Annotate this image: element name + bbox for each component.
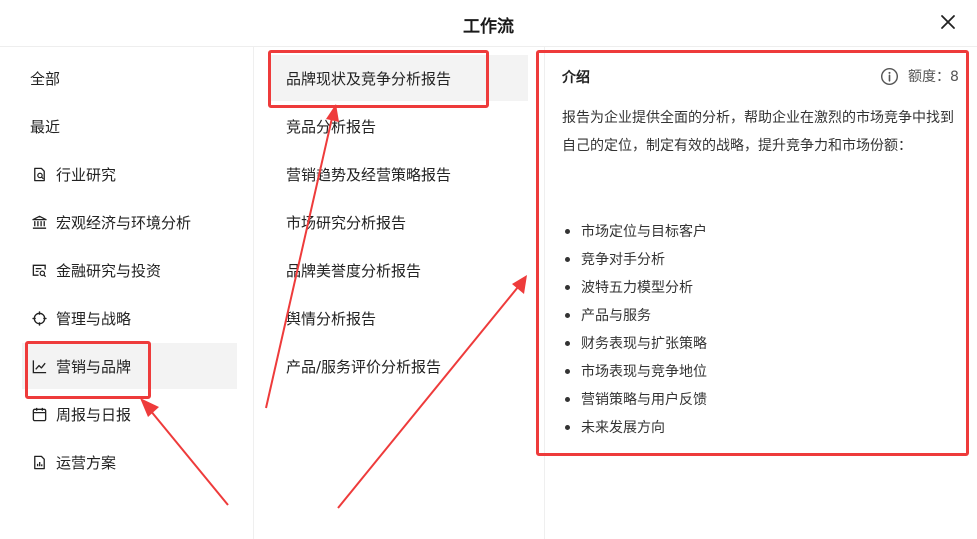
- bullet-dot: [565, 424, 570, 430]
- column-divider: [544, 47, 545, 539]
- info-icon[interactable]: [880, 67, 899, 86]
- list-item: 未来发展方向: [562, 413, 707, 441]
- dialog-title: 工作流: [463, 17, 514, 37]
- category-label: 运营方案: [56, 453, 117, 472]
- bullet-dot: [565, 284, 570, 290]
- quota-text: 额度：8: [908, 69, 959, 85]
- list-item: 产品与服务: [562, 301, 707, 329]
- category-label: 最近: [30, 117, 61, 136]
- report-label: 舆情分析报告: [286, 309, 377, 328]
- report-label: 产品/服务评价分析报告: [286, 357, 442, 376]
- report-label: 品牌美誉度分析报告: [286, 261, 422, 280]
- report-item[interactable]: 市场研究分析报告: [270, 199, 528, 245]
- report-label: 品牌现状及竞争分析报告: [286, 69, 452, 88]
- doc-search-icon: [30, 165, 48, 183]
- report-item[interactable]: 品牌现状及竞争分析报告: [270, 55, 528, 101]
- bullet-dot: [565, 228, 570, 234]
- category-label: 周报与日报: [56, 405, 132, 424]
- report-label: 市场研究分析报告: [286, 213, 407, 232]
- category-label: 营销与品牌: [56, 357, 132, 376]
- category-macro-economy[interactable]: 宏观经济与环境分析: [22, 199, 237, 245]
- list-item: 波特五力模型分析: [562, 273, 707, 301]
- bullet-dot: [565, 368, 570, 374]
- category-marketing-brand[interactable]: 营销与品牌: [22, 343, 237, 389]
- category-label: 全部: [30, 69, 61, 88]
- bullet-dot: [565, 396, 570, 402]
- category-industry-research[interactable]: 行业研究: [22, 151, 237, 197]
- intro-title: 介绍: [562, 70, 590, 86]
- report-label: 营销趋势及经营策略报告: [286, 165, 452, 184]
- intro-description: 报告为企业提供全面的分析，帮助企业在激烈的市场竞争中找到自己的定位，制定有效的战…: [562, 110, 954, 154]
- report-item[interactable]: 产品/服务评价分析报告: [270, 343, 528, 389]
- trend-chart-icon: [30, 357, 48, 375]
- report-item[interactable]: 品牌美誉度分析报告: [270, 247, 528, 293]
- category-weekly-daily[interactable]: 周报与日报: [22, 391, 237, 437]
- list-item-text: 波特五力模型分析: [581, 280, 693, 296]
- finance-icon: [30, 261, 48, 279]
- report-item[interactable]: 营销趋势及经营策略报告: [270, 151, 528, 197]
- category-recent[interactable]: 最近: [22, 103, 237, 149]
- category-label: 金融研究与投资: [56, 261, 162, 280]
- list-item-text: 竞争对手分析: [581, 252, 665, 268]
- category-management-strategy[interactable]: 管理与战略: [22, 295, 237, 341]
- list-item: 营销策略与用户反馈: [562, 385, 707, 413]
- list-item: 市场表现与竞争地位: [562, 357, 707, 385]
- report-chart-icon: [30, 453, 48, 471]
- bullet-dot: [565, 256, 570, 262]
- list-item-text: 市场表现与竞争地位: [581, 364, 707, 380]
- close-icon[interactable]: [936, 10, 960, 34]
- category-operation-plan[interactable]: 运营方案: [22, 439, 237, 485]
- quota-indicator: 额度：8: [880, 66, 959, 86]
- list-item-text: 营销策略与用户反馈: [581, 392, 707, 408]
- category-all[interactable]: 全部: [22, 55, 237, 101]
- category-label: 管理与战略: [56, 309, 132, 328]
- bank-icon: [30, 213, 48, 231]
- list-item-text: 市场定位与目标客户: [581, 224, 707, 240]
- list-item: 市场定位与目标客户: [562, 217, 707, 245]
- column-divider: [253, 47, 254, 539]
- report-label: 竞品分析报告: [286, 117, 377, 136]
- category-label: 宏观经济与环境分析: [56, 213, 192, 232]
- list-item-text: 产品与服务: [581, 308, 651, 324]
- report-item[interactable]: 竞品分析报告: [270, 103, 528, 149]
- list-item-text: 财务表现与扩张策略: [581, 336, 707, 352]
- dialog-header: 工作流: [0, 0, 977, 47]
- category-label: 行业研究: [56, 165, 117, 184]
- bullet-dot: [565, 312, 570, 318]
- category-finance-investment[interactable]: 金融研究与投资: [22, 247, 237, 293]
- bullet-dot: [565, 340, 570, 346]
- list-item: 财务表现与扩张策略: [562, 329, 707, 357]
- crosshair-icon: [30, 309, 48, 327]
- report-item[interactable]: 舆情分析报告: [270, 295, 528, 341]
- list-item-text: 未来发展方向: [581, 420, 665, 436]
- feature-list: 市场定位与目标客户 竞争对手分析 波特五力模型分析 产品与服务 财务表现与扩张策…: [562, 217, 707, 441]
- calendar-icon: [30, 405, 48, 423]
- list-item: 竞争对手分析: [562, 245, 707, 273]
